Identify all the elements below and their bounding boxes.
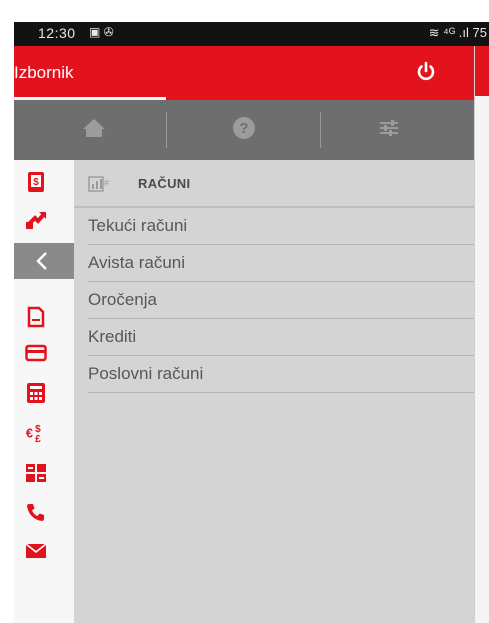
section-header: # RAČUNI (74, 160, 474, 208)
menu-item-avista-racuni[interactable]: Avista računi (88, 245, 474, 282)
menu-item-poslovni-racuni[interactable]: Poslovni računi (88, 356, 474, 393)
drawer-tab-bar: ? (14, 100, 474, 160)
transfer-icon[interactable] (25, 209, 47, 231)
tab-settings[interactable] (349, 100, 429, 160)
section-title: RAČUNI (138, 176, 191, 191)
svg-text:?: ? (239, 120, 248, 137)
back-button[interactable] (14, 243, 74, 279)
accounts-section-icon: # (88, 174, 112, 197)
menu-item-orocenja[interactable]: Oročenja (88, 282, 474, 319)
document-icon[interactable] (25, 306, 47, 328)
calculator-icon[interactable] (25, 382, 47, 404)
account-icon[interactable]: $ (25, 171, 47, 193)
exchange-icon[interactable]: € $ £ (25, 422, 47, 445)
tab-divider (320, 112, 321, 148)
tab-help[interactable]: ? (204, 100, 284, 160)
power-icon[interactable] (414, 60, 438, 84)
menu-title: Izbornik (14, 63, 74, 82)
app-frame: 12:30 ▣ ✇ ≋ ⁴ᴳ .ıl 75 Izbornik ? $ € $ £… (0, 0, 489, 623)
svg-text:#: # (104, 178, 109, 188)
svg-text:£: £ (35, 434, 41, 445)
status-notification-icons: ▣ ✇ (89, 25, 114, 39)
status-time: 12:30 (38, 25, 76, 41)
svg-text:$: $ (33, 177, 39, 188)
mail-icon[interactable] (25, 540, 47, 562)
help-icon: ? (232, 116, 256, 145)
svg-text:€: € (26, 426, 33, 441)
submenu-panel: # RAČUNI Tekući računi Avista računi Oro… (74, 160, 474, 623)
icon-sidebar: $ € $ £ (14, 160, 74, 623)
background-page-edge (474, 46, 489, 623)
sliders-icon (378, 118, 400, 143)
tab-home[interactable] (54, 100, 134, 160)
background-header-edge (475, 46, 489, 96)
tab-divider (166, 112, 167, 148)
menu-item-tekuci-racuni[interactable]: Tekući računi (88, 208, 474, 245)
phone-icon[interactable] (25, 501, 47, 523)
card-icon[interactable] (25, 342, 47, 364)
home-icon (81, 117, 107, 144)
screen-edge (0, 0, 14, 623)
status-bar: 12:30 ▣ ✇ ≋ ⁴ᴳ .ıl 75 (14, 22, 489, 46)
atm-icon[interactable] (25, 462, 47, 484)
menu-header: Izbornik (14, 46, 474, 100)
status-signal-battery: ≋ ⁴ᴳ .ıl 75 (428, 25, 487, 40)
menu-item-krediti[interactable]: Krediti (88, 319, 474, 356)
